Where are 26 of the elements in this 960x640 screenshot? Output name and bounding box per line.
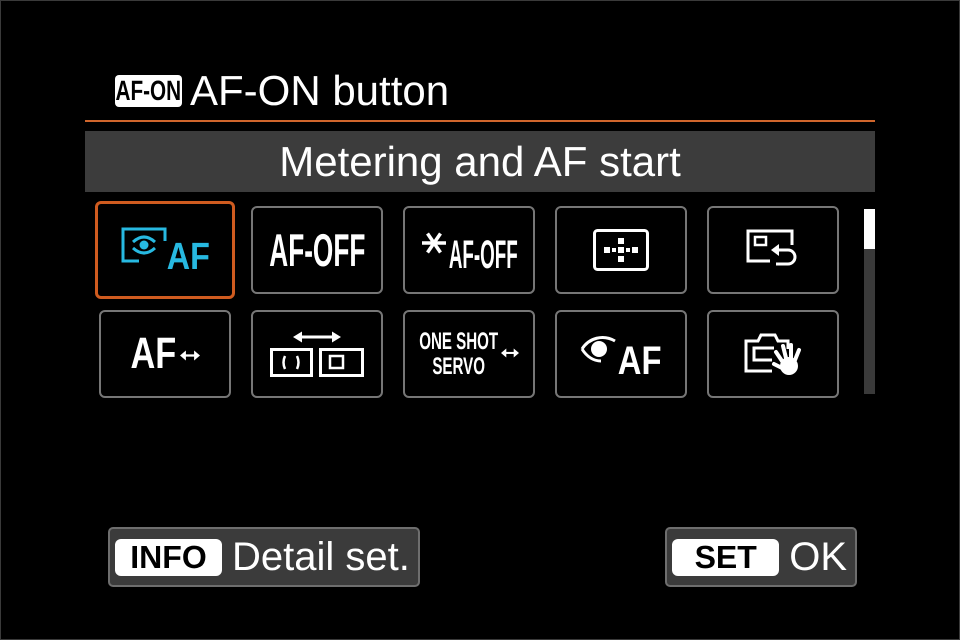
function-option-button[interactable]: AF — [99, 310, 231, 398]
screen-title: AF-ON button — [190, 70, 450, 112]
key-cap: AF-ON — [115, 75, 182, 107]
function-option-button[interactable] — [251, 310, 383, 398]
function-option-button[interactable]: ONE SHOT SERVO — [403, 310, 535, 398]
function-option-button[interactable] — [707, 310, 839, 398]
function-option-button[interactable]: AF — [95, 201, 235, 299]
function-option-button[interactable]: AF-OFF — [403, 206, 535, 294]
double-arrow-icon — [501, 348, 520, 358]
footer-button[interactable]: INFO Detail set. — [108, 527, 420, 587]
footer-button[interactable]: SET OK — [665, 527, 857, 587]
eye-icon — [580, 335, 618, 363]
target-frame-icon — [120, 227, 167, 263]
asterisk-icon — [420, 232, 447, 254]
dotted-frame-icon — [593, 229, 649, 271]
function-name-bar: Metering and AF start — [85, 131, 875, 192]
two-frames-arrow-icon — [270, 331, 364, 377]
key-cap: INFO — [115, 538, 222, 576]
function-option-button[interactable] — [555, 206, 687, 294]
key-cap: SET — [672, 538, 780, 576]
function-option-button[interactable] — [707, 206, 839, 294]
double-arrow-icon — [180, 350, 200, 360]
camera-hand-icon — [744, 331, 802, 377]
scrollbar-thumb — [864, 209, 875, 249]
function-option-button[interactable]: AF — [555, 310, 687, 398]
function-option-button[interactable]: AF-OFF — [251, 206, 383, 294]
